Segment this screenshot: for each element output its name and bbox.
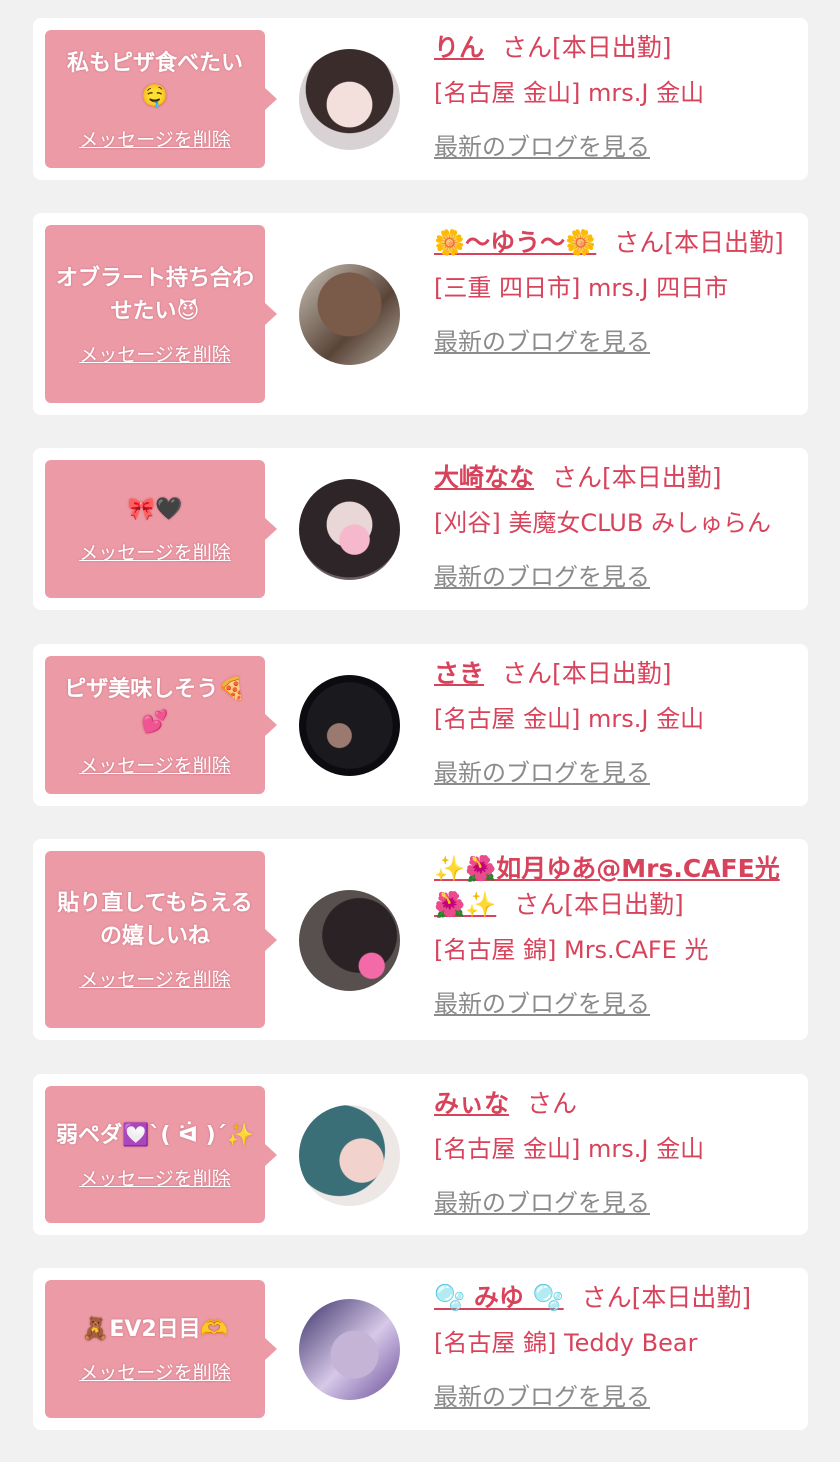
profile-info: りん さん[本日出勤] [名古屋 金山] mrs.J 金山 最新のブログを見る: [434, 30, 788, 164]
message-bubble: 弱ペダ💟ˋ( ᐛ )ˊ✨ メッセージを削除: [45, 1086, 277, 1223]
message-card: 🧸EV2日目🫶 メッセージを削除 🫧 みゆ 🫧 さん[本日出勤] [名古屋 錦] …: [33, 1268, 808, 1430]
latest-blog-link[interactable]: 最新のブログを見る: [434, 560, 650, 594]
message-bubble: ピザ美味しそう🍕💕 メッセージを削除: [45, 656, 277, 794]
shop-text: [名古屋 錦] Mrs.CAFE 光: [434, 936, 709, 964]
latest-blog-link[interactable]: 最新のブログを見る: [434, 1186, 650, 1220]
shop-text: [名古屋 錦] Teddy Bear: [434, 1329, 698, 1357]
avatar[interactable]: [299, 264, 400, 365]
latest-blog-link[interactable]: 最新のブログを見る: [434, 325, 650, 359]
message-text: 🧸EV2日目🫶: [81, 1317, 229, 1342]
name-line: 🌼〜ゆう〜🌼 さん[本日出勤]: [434, 225, 788, 261]
message-bubble: 🎀🖤 メッセージを削除: [45, 460, 277, 598]
profile-info: みぃな さん [名古屋 金山] mrs.J 金山 最新のブログを見る: [434, 1086, 788, 1220]
status-text: さん[本日出勤]: [581, 1283, 752, 1312]
message-card: ピザ美味しそう🍕💕 メッセージを削除 さき さん[本日出勤] [名古屋 金山] m…: [33, 644, 808, 806]
profile-info: 🫧 みゆ 🫧 さん[本日出勤] [名古屋 錦] Teddy Bear 最新のブログ…: [434, 1280, 788, 1414]
latest-blog-link[interactable]: 最新のブログを見る: [434, 1380, 650, 1414]
delete-message-link[interactable]: メッセージを削除: [79, 965, 231, 992]
message-card: 🎀🖤 メッセージを削除 大崎なな さん[本日出勤] [刈谷] 美魔女CLUB みし…: [33, 448, 808, 610]
name-line: 🫧 みゆ 🫧 さん[本日出勤]: [434, 1280, 788, 1316]
message-bubble: 私もピザ食べたい🤤 メッセージを削除: [45, 30, 277, 168]
delete-message-link[interactable]: メッセージを削除: [79, 1164, 231, 1191]
message-bubble: オブラート持ち合わせたい😈 メッセージを削除: [45, 225, 277, 403]
profile-info: さき さん[本日出勤] [名古屋 金山] mrs.J 金山 最新のブログを見る: [434, 656, 788, 790]
name-line: ✨🌺如月ゆあ@Mrs.CAFE光🌺✨ さん[本日出勤]: [434, 851, 788, 923]
delete-message-link[interactable]: メッセージを削除: [79, 1358, 231, 1385]
status-text: さん[本日出勤]: [514, 890, 684, 919]
message-card: オブラート持ち合わせたい😈 メッセージを削除 🌼〜ゆう〜🌼 さん[本日出勤] [三…: [33, 213, 808, 415]
name-line: みぃな さん: [434, 1086, 788, 1122]
profile-name-link[interactable]: みぃな: [434, 1089, 509, 1118]
avatar[interactable]: [299, 1104, 400, 1206]
latest-blog-link[interactable]: 最新のブログを見る: [434, 987, 650, 1021]
message-text: 貼り直してもらえるの嬉しいね: [57, 891, 253, 949]
avatar[interactable]: [299, 675, 400, 776]
avatar[interactable]: [299, 1299, 400, 1400]
shop-text: [名古屋 金山] mrs.J 金山: [434, 705, 705, 733]
delete-message-link[interactable]: メッセージを削除: [79, 538, 231, 565]
name-line: さき さん[本日出勤]: [434, 656, 788, 692]
message-bubble: 🧸EV2日目🫶 メッセージを削除: [45, 1280, 277, 1418]
latest-blog-link[interactable]: 最新のブログを見る: [434, 756, 650, 790]
avatar[interactable]: [299, 479, 400, 580]
profile-name-link[interactable]: りん: [434, 33, 484, 62]
shop-text: [名古屋 金山] mrs.J 金山: [434, 1135, 705, 1163]
profile-info: 🌼〜ゆう〜🌼 さん[本日出勤] [三重 四日市] mrs.J 四日市 最新のブログ…: [434, 225, 788, 359]
status-text: さん[本日出勤]: [502, 659, 672, 688]
profile-name-link[interactable]: さき: [434, 659, 484, 688]
latest-blog-link[interactable]: 最新のブログを見る: [434, 130, 650, 164]
message-text: 弱ペダ💟ˋ( ᐛ )ˊ✨: [55, 1122, 255, 1148]
status-text: さん[本日出勤]: [502, 33, 672, 62]
avatar[interactable]: [299, 889, 400, 991]
message-text: 私もピザ食べたい🤤: [66, 50, 243, 109]
profile-name-link[interactable]: 🫧 みゆ 🫧: [434, 1283, 564, 1312]
delete-message-link[interactable]: メッセージを削除: [79, 751, 231, 778]
delete-message-link[interactable]: メッセージを削除: [79, 340, 231, 367]
message-text: オブラート持ち合わせたい😈: [55, 265, 254, 324]
shop-text: [刈谷] 美魔女CLUB みしゅらん: [434, 509, 771, 537]
profile-name-link[interactable]: 🌼〜ゆう〜🌼: [434, 228, 596, 257]
avatar[interactable]: [299, 49, 400, 150]
message-list: 私もピザ食べたい🤤 メッセージを削除 りん さん[本日出勤] [名古屋 金山] m…: [0, 0, 840, 1462]
name-line: 大崎なな さん[本日出勤]: [434, 460, 788, 496]
status-text: さん: [527, 1089, 578, 1118]
message-card: 私もピザ食べたい🤤 メッセージを削除 りん さん[本日出勤] [名古屋 金山] m…: [33, 18, 808, 180]
message-bubble: 貼り直してもらえるの嬉しいね メッセージを削除: [45, 851, 277, 1028]
delete-message-link[interactable]: メッセージを削除: [79, 125, 231, 152]
shop-text: [名古屋 金山] mrs.J 金山: [434, 79, 705, 107]
profile-info: ✨🌺如月ゆあ@Mrs.CAFE光🌺✨ さん[本日出勤] [名古屋 錦] Mrs.C…: [434, 851, 788, 1021]
profile-info: 大崎なな さん[本日出勤] [刈谷] 美魔女CLUB みしゅらん 最新のブログを見…: [434, 460, 788, 594]
message-card: 弱ペダ💟ˋ( ᐛ )ˊ✨ メッセージを削除 みぃな さん [名古屋 金山] mrs…: [33, 1074, 808, 1235]
message-text: 🎀🖤: [127, 497, 183, 522]
name-line: りん さん[本日出勤]: [434, 30, 788, 66]
status-text: さん[本日出勤]: [614, 228, 784, 257]
message-text: ピザ美味しそう🍕💕: [64, 676, 246, 735]
shop-text: [三重 四日市] mrs.J 四日市: [434, 274, 729, 302]
profile-name-link[interactable]: 大崎なな: [434, 463, 534, 492]
message-card: 貼り直してもらえるの嬉しいね メッセージを削除 ✨🌺如月ゆあ@Mrs.CAFE光…: [33, 839, 808, 1040]
status-text: さん[本日出勤]: [552, 463, 722, 492]
